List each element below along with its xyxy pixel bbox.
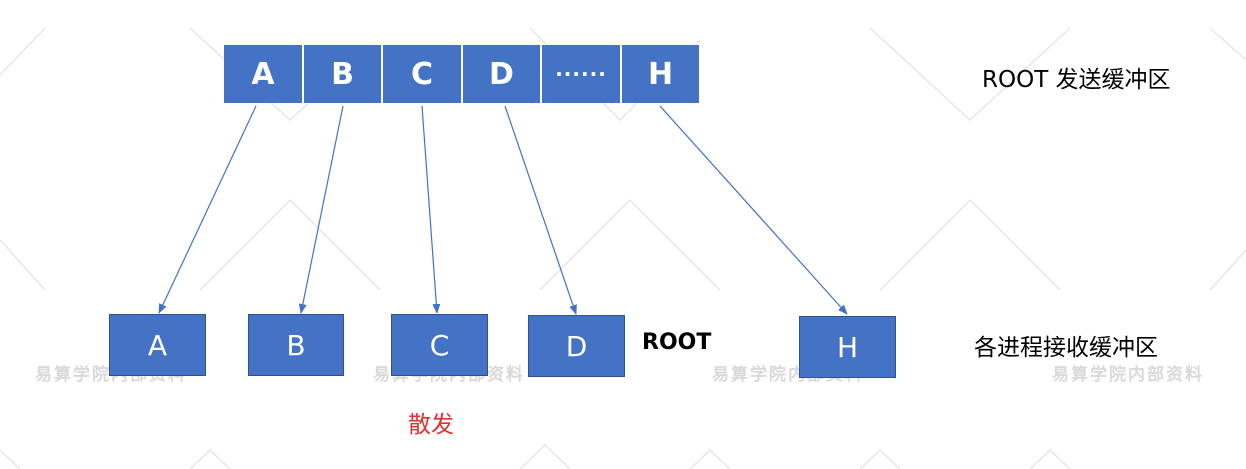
receive-buffers-label: 各进程接收缓冲区 [974, 335, 1158, 361]
send-cell-d: D [463, 45, 540, 103]
send-cell-c: C [383, 45, 461, 103]
recv-cell-h: H [799, 316, 896, 378]
send-buffer-label: ROOT 发送缓冲区 [982, 67, 1171, 93]
send-cell-b: B [304, 45, 381, 103]
recv-cell-a: A [109, 314, 206, 376]
recv-cell-b: B [248, 314, 344, 376]
send-cell-a: A [224, 45, 302, 103]
root-process-label: ROOT [642, 330, 712, 355]
recv-cell-c: C [391, 314, 488, 376]
send-cell-h: H [622, 45, 699, 103]
send-cell-ellipsis: ······ [542, 45, 620, 103]
watermark-text: 易算学院内部资料 [1052, 365, 1204, 385]
operation-label: 散发 [408, 412, 454, 438]
recv-cell-d: D [528, 315, 625, 377]
